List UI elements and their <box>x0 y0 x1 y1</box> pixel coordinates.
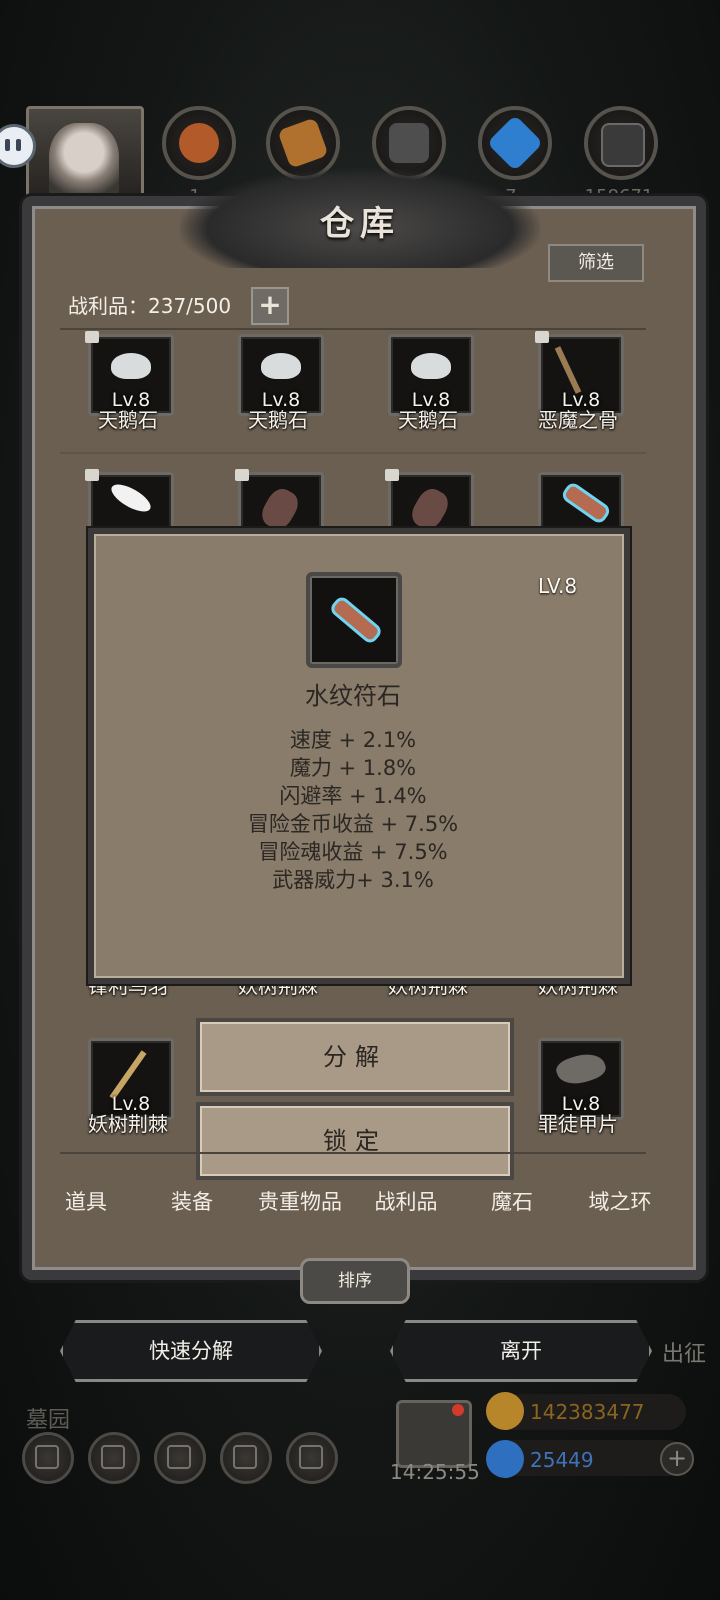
stat-line: 武器威力+ 3.1% <box>272 868 434 892</box>
wood-plank-icon <box>277 117 329 169</box>
hero-face <box>49 123 119 207</box>
thorn-icon <box>407 484 453 534</box>
water-rune-icon <box>328 594 384 646</box>
item-name: 恶魔之骨 <box>538 408 618 432</box>
graveyard-label: 墓园 <box>26 1408 71 1433</box>
iron-ingot-icon <box>389 123 429 163</box>
tab-domain-rings[interactable]: 域之环 <box>570 1186 670 1216</box>
lock-icon <box>385 469 399 481</box>
armor-shard-icon <box>553 1047 609 1091</box>
add-currency-button[interactable]: + <box>660 1442 694 1476</box>
expand-capacity-button[interactable]: + <box>251 287 289 325</box>
lock-icon <box>235 469 249 481</box>
swan-stone-icon <box>111 353 151 379</box>
stat-line: 魔力 + 1.8% <box>289 756 417 780</box>
gem-icon <box>486 1440 524 1478</box>
tab-equipment[interactable]: 装备 <box>142 1186 242 1216</box>
menu-icon[interactable] <box>286 1432 338 1484</box>
map-icon[interactable] <box>154 1432 206 1484</box>
lock-icon <box>85 331 99 343</box>
stat-line: 速度 + 2.1% <box>289 728 417 752</box>
item-name: 罪徒甲片 <box>538 1112 618 1136</box>
swan-stone-icon <box>261 353 301 379</box>
stat-line: 闪避率 + 1.4% <box>279 784 427 808</box>
gem-amount: 25449 <box>530 1448 594 1472</box>
quick-decompose-button[interactable]: 快速分解 <box>60 1320 322 1382</box>
water-rune-icon <box>559 480 613 526</box>
thorn-icon <box>257 484 303 534</box>
leave-button[interactable]: 离开 <box>390 1320 652 1382</box>
warehouse-title: 仓库 <box>320 204 400 244</box>
tooltip-level: LV.8 <box>538 574 578 598</box>
decompose-button[interactable]: 分解 <box>196 1018 514 1096</box>
divider <box>60 328 646 330</box>
tooltip-item-slot <box>306 572 402 668</box>
filter-button[interactable]: 筛选 <box>548 244 644 282</box>
star-icon[interactable] <box>88 1432 140 1484</box>
tooltip-item-name: 水纹符石 <box>305 682 401 710</box>
stat-line: 冒险魂收益 + 7.5% <box>258 840 448 864</box>
loot-capacity: 战利品：237/500 <box>68 294 232 318</box>
item-name: 妖树荆棘 <box>88 1112 168 1136</box>
tab-loot[interactable]: 战利品 <box>356 1186 456 1216</box>
gold-amount: 142383477 <box>530 1400 645 1424</box>
lock-icon <box>535 331 549 343</box>
gift-timer: 14:25:55 <box>390 1460 480 1484</box>
dark-metal-icon <box>601 123 645 167</box>
mail-icon[interactable] <box>220 1432 272 1484</box>
ore-icon <box>179 123 219 163</box>
metal-resource[interactable] <box>584 106 658 180</box>
tab-valuables[interactable]: 贵重物品 <box>250 1186 350 1216</box>
tab-items[interactable]: 道具 <box>36 1186 136 1216</box>
settings-icon[interactable] <box>22 1432 74 1484</box>
demon-bone-icon <box>554 346 582 394</box>
item-name: 天鹅石 <box>98 408 158 432</box>
divider <box>60 1152 646 1154</box>
expedition-label[interactable]: 出征 <box>662 1336 706 1368</box>
divider <box>60 452 646 454</box>
blue-crystal-icon <box>486 114 544 172</box>
tab-magic-stones[interactable]: 魔石 <box>462 1186 562 1216</box>
notification-dot <box>452 1404 464 1416</box>
stat-line: 冒险金币收益 + 7.5% <box>247 812 459 836</box>
swan-stone-icon <box>411 353 451 379</box>
item-name: 天鹅石 <box>248 408 308 432</box>
item-name: 天鹅石 <box>398 408 458 432</box>
gold-coin-icon <box>486 1392 524 1430</box>
sort-button[interactable]: 排序 <box>300 1258 410 1304</box>
lock-button[interactable]: 锁定 <box>196 1102 514 1180</box>
lock-icon <box>85 469 99 481</box>
feather-icon <box>107 479 155 517</box>
